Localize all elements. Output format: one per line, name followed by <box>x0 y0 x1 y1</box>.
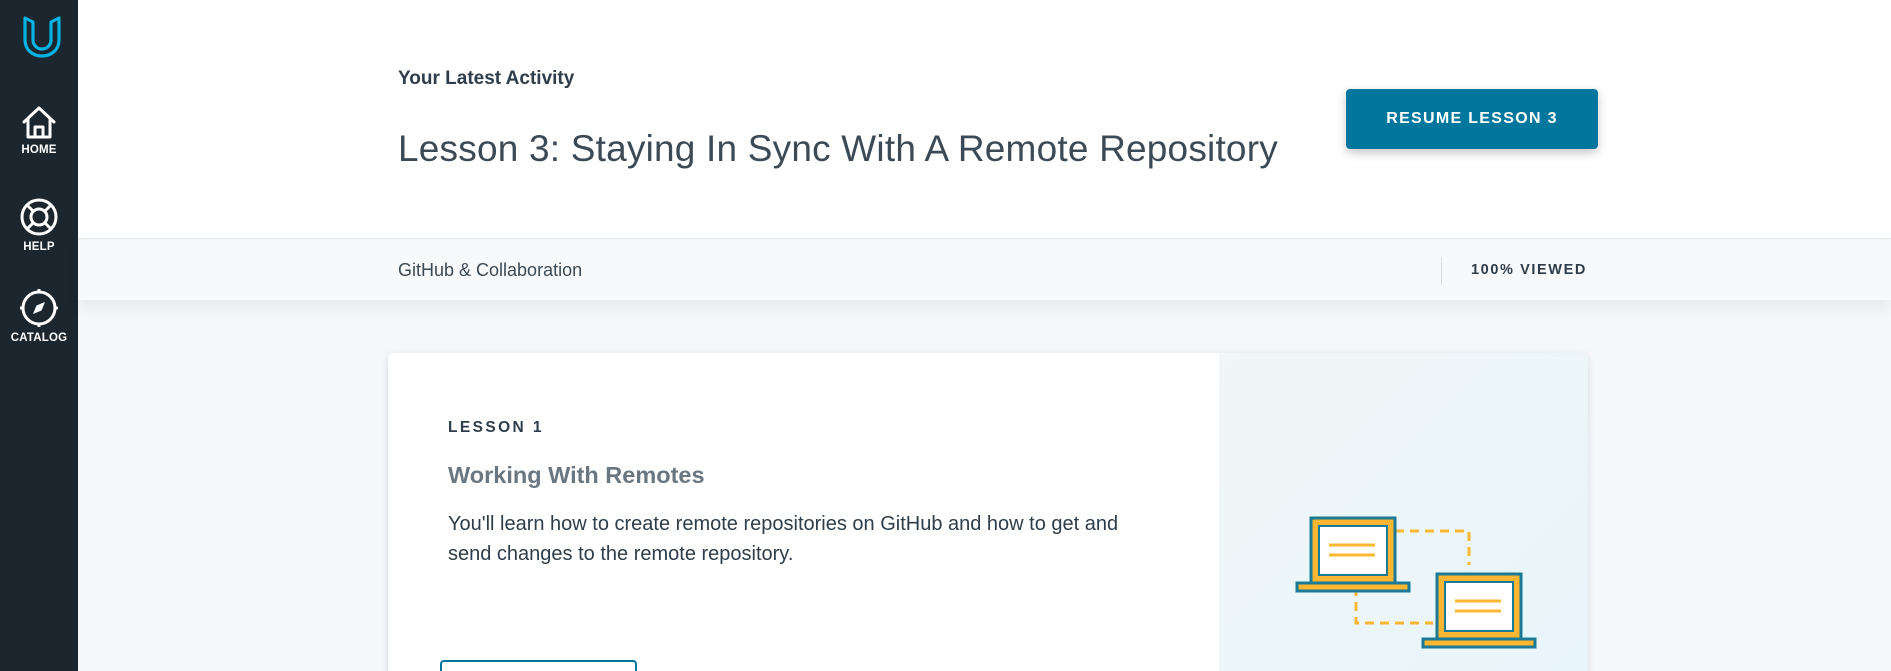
compass-icon <box>0 288 78 328</box>
current-lesson-title[interactable]: Lesson 3: Staying In Sync With A Remote … <box>398 128 1278 170</box>
lesson-number: LESSON 1 <box>448 419 544 436</box>
sidebar-item-label: CATALOG <box>10 332 68 344</box>
viewed-status: 100% VIEWED <box>1471 262 1587 278</box>
lesson-title[interactable]: Working With Remotes <box>448 462 705 489</box>
course-name[interactable]: GitHub & Collaboration <box>398 260 582 281</box>
sidebar: HOME HELP CATALOG <box>0 0 78 671</box>
sidebar-item-catalog[interactable]: CATALOG <box>0 288 78 344</box>
latest-activity-header: Your Latest Activity Lesson 3: Staying I… <box>78 0 1891 239</box>
lesson-action-button[interactable] <box>440 660 637 671</box>
divider <box>1441 257 1442 285</box>
home-icon <box>0 104 78 140</box>
lesson-description: You'll learn how to create remote reposi… <box>448 513 1119 565</box>
lesson-card: LESSON 1 Working With Remotes You'll lea… <box>388 353 1588 671</box>
resume-lesson-button[interactable]: RESUME LESSON 3 <box>1346 89 1598 149</box>
udacity-logo-icon[interactable] <box>21 14 63 60</box>
course-progress-bar: GitHub & Collaboration 100% VIEWED <box>78 240 1891 300</box>
lesson-illustration <box>1219 353 1588 671</box>
sidebar-item-label: HELP <box>23 241 55 253</box>
sidebar-item-home[interactable]: HOME <box>0 104 78 156</box>
sidebar-item-help[interactable]: HELP <box>0 197 78 253</box>
lifebuoy-icon <box>0 197 78 237</box>
latest-activity-label: Your Latest Activity <box>398 68 575 89</box>
sidebar-item-label: HOME <box>21 144 57 156</box>
